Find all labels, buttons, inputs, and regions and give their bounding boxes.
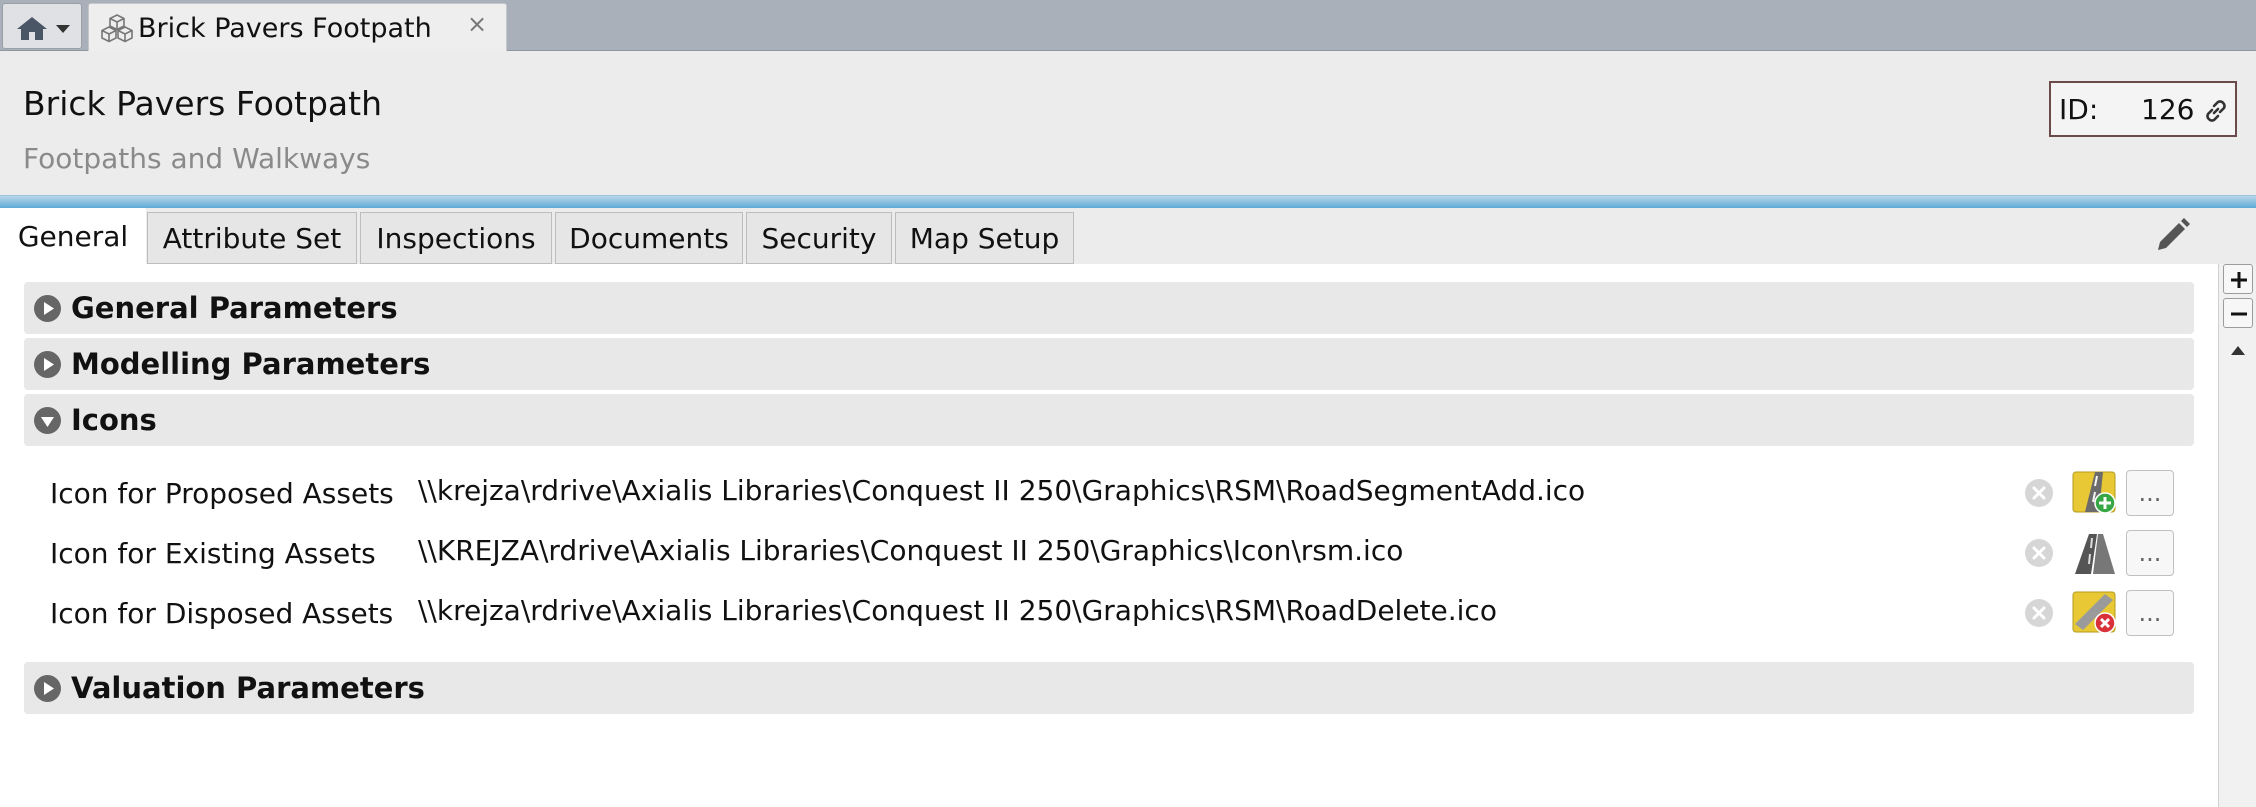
tab-map-setup[interactable]: Map Setup — [895, 212, 1074, 264]
expand-all-button[interactable] — [2223, 264, 2253, 294]
header-accent-bar — [0, 195, 2256, 208]
collapse-all-button[interactable] — [2223, 298, 2253, 328]
clear-icon[interactable] — [2025, 479, 2053, 507]
browse-button[interactable]: ... — [2126, 590, 2174, 636]
document-tab-title: Brick Pavers Footpath — [138, 13, 432, 44]
clear-icon[interactable] — [2025, 599, 2053, 627]
icon-path-value: \\krejza\rdrive\Axialis Libraries\Conque… — [418, 474, 1586, 507]
tab-general[interactable]: General — [0, 208, 146, 264]
icon-row-existing: Icon for Existing Assets \\KREJZA\rdrive… — [0, 524, 2218, 580]
link-icon[interactable] — [2201, 96, 2231, 126]
tab-security[interactable]: Security — [746, 212, 892, 264]
section-title: Icons — [71, 403, 157, 437]
browse-button[interactable]: ... — [2126, 470, 2174, 516]
edit-pencil-icon[interactable] — [2152, 216, 2192, 256]
tab-inspections[interactable]: Inspections — [360, 212, 552, 264]
id-value: 126 — [2141, 93, 2195, 126]
collapse-arrow-icon[interactable] — [34, 407, 61, 434]
section-title: Valuation Parameters — [71, 671, 425, 705]
record-header: Brick Pavers Footpath Footpaths and Walk… — [0, 51, 2256, 199]
home-menu-button[interactable] — [2, 3, 82, 49]
scroll-up-arrow-icon[interactable] — [2230, 344, 2246, 356]
tab-bar: General Attribute Set Inspections Docume… — [0, 208, 2256, 264]
expand-arrow-icon[interactable] — [34, 295, 61, 322]
browse-button[interactable]: ... — [2126, 530, 2174, 576]
chevron-down-icon — [56, 25, 70, 33]
clear-icon[interactable] — [2025, 539, 2053, 567]
section-icons[interactable]: Icons — [24, 394, 2194, 446]
vertical-scrollbar[interactable] — [2218, 264, 2256, 807]
document-tab[interactable]: Brick Pavers Footpath × — [88, 3, 507, 51]
expand-arrow-icon[interactable] — [34, 675, 61, 702]
close-tab-icon[interactable]: × — [467, 10, 487, 38]
general-tab-content: General Parameters Modelling Parameters … — [0, 264, 2218, 807]
section-title: Modelling Parameters — [71, 347, 431, 381]
expand-arrow-icon[interactable] — [34, 351, 61, 378]
tab-documents[interactable]: Documents — [555, 212, 743, 264]
icon-path-value: \\KREJZA\rdrive\Axialis Libraries\Conque… — [418, 534, 1404, 567]
id-label: ID: — [2059, 93, 2099, 126]
section-modelling-parameters[interactable]: Modelling Parameters — [24, 338, 2194, 390]
road-delete-icon — [2072, 591, 2116, 634]
road-icon — [2075, 534, 2115, 574]
field-label: Icon for Disposed Assets — [50, 597, 394, 630]
home-icon — [17, 17, 47, 40]
tab-attribute-set[interactable]: Attribute Set — [147, 212, 357, 264]
field-label: Icon for Existing Assets — [50, 537, 376, 570]
icon-row-disposed: Icon for Disposed Assets \\krejza\rdrive… — [0, 584, 2218, 640]
section-general-parameters[interactable]: General Parameters — [24, 282, 2194, 334]
road-segment-add-icon — [2072, 471, 2116, 514]
minus-icon — [2231, 312, 2247, 316]
field-label: Icon for Proposed Assets — [50, 477, 394, 510]
plus-icon — [2231, 272, 2247, 288]
cubes-icon — [101, 14, 133, 43]
icon-path-value: \\krejza\rdrive\Axialis Libraries\Conque… — [418, 594, 1497, 627]
icon-row-proposed: Icon for Proposed Assets \\krejza\rdrive… — [0, 464, 2218, 520]
document-tab-strip: Brick Pavers Footpath × — [0, 0, 2256, 51]
section-valuation-parameters[interactable]: Valuation Parameters — [24, 662, 2194, 714]
record-id-box: ID: 126 — [2049, 81, 2237, 137]
page-subtitle: Footpaths and Walkways — [23, 142, 371, 175]
section-title: General Parameters — [71, 291, 398, 325]
page-title: Brick Pavers Footpath — [23, 84, 382, 123]
